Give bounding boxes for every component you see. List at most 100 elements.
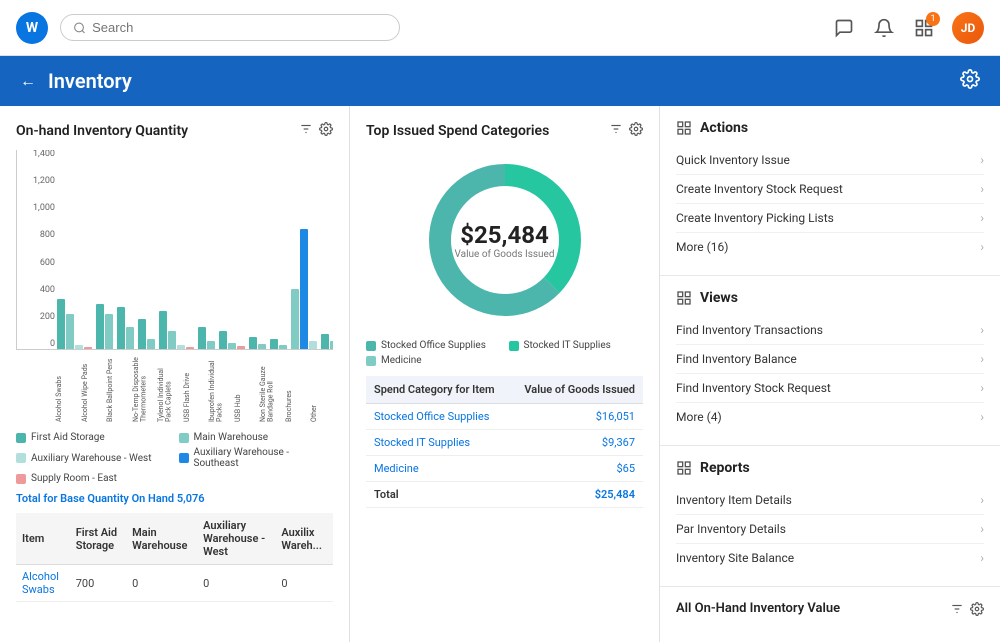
chart-total: Total for Base Quantity On Hand 5,076: [16, 492, 333, 505]
search-bar[interactable]: [60, 14, 400, 41]
donut-chart-container: $25,484 Value of Goods Issued: [366, 150, 643, 330]
donut-chart-header: Top Issued Spend Categories: [366, 122, 643, 140]
table-row: Alcohol Swabs 700 0 0 0: [16, 565, 333, 602]
report-site-balance[interactable]: Inventory Site Balance ›: [676, 544, 984, 572]
chart-legend: First Aid Storage Main Warehouse Auxilia…: [16, 432, 333, 484]
donut-gear-icon[interactable]: [629, 122, 643, 140]
bottom-section-title: All On-Hand Inventory Value: [676, 601, 840, 616]
bar-group-10: [291, 229, 317, 349]
chart-icon-group: [299, 122, 333, 140]
bar-group-2: [96, 304, 113, 349]
chevron-right-icon: ›: [980, 381, 984, 395]
inventory-table: Item First Aid Storage Main Warehouse Au…: [16, 513, 333, 602]
back-button[interactable]: ←: [20, 71, 36, 91]
action-stock-request[interactable]: Create Inventory Stock Request ›: [676, 175, 984, 204]
bar-group-6: [198, 327, 215, 349]
search-input[interactable]: [92, 20, 387, 35]
center-panel: Top Issued Spend Categories $25,484 Val: [350, 106, 660, 642]
report-par-details[interactable]: Par Inventory Details ›: [676, 515, 984, 544]
item-link[interactable]: Alcohol Swabs: [16, 565, 70, 602]
spend-category-2[interactable]: Stocked IT Supplies: [366, 430, 510, 456]
donut-value: $25,484: [455, 221, 555, 249]
bottom-filter-icon[interactable]: [950, 602, 964, 616]
reports-title: Reports: [676, 460, 984, 476]
x-axis-labels: Alcohol Swabs Alcohol Wipe Pads Black Ba…: [16, 352, 333, 422]
bar-chart-area: 1,400 1,200 1,000 800 600 400 200 0: [16, 150, 333, 350]
chart-gear-icon[interactable]: [319, 122, 333, 140]
donut-legend-item-2: Stocked IT Supplies: [509, 340, 644, 351]
left-panel: On-hand Inventory Quantity 1,400 1,200 1…: [0, 106, 350, 642]
spend-table: Spend Category for Item Value of Goods I…: [366, 376, 643, 508]
report-item-details[interactable]: Inventory Item Details ›: [676, 486, 984, 515]
donut-legend-item-3: Medicine: [366, 355, 501, 366]
bar-group-5: [159, 311, 194, 349]
action-quick-inventory[interactable]: Quick Inventory Issue ›: [676, 146, 984, 175]
bar-group-3: [117, 307, 134, 349]
chart-title: On-hand Inventory Quantity: [16, 123, 188, 139]
donut-label: Value of Goods Issued: [455, 249, 555, 260]
message-nav-icon[interactable]: [832, 16, 856, 40]
spend-col-2: Value of Goods Issued: [510, 376, 643, 404]
legend-dot-1: [16, 433, 26, 443]
chevron-right-icon: ›: [980, 240, 984, 254]
chevron-right-icon: ›: [980, 551, 984, 565]
legend-item-4: Auxiliary Warehouse - Southeast: [179, 447, 334, 469]
avatar[interactable]: JD: [952, 12, 984, 44]
main-content: On-hand Inventory Quantity 1,400 1,200 1…: [0, 106, 1000, 642]
legend-item-1: First Aid Storage: [16, 432, 171, 443]
donut-chart-icons: [609, 122, 643, 140]
action-more[interactable]: More (16) ›: [676, 233, 984, 261]
legend-dot-5: [16, 474, 26, 484]
bottom-gear-icon[interactable]: [970, 602, 984, 616]
legend-dot-3: [16, 453, 26, 463]
views-title: Views: [676, 290, 984, 306]
bell-nav-icon[interactable]: [872, 16, 896, 40]
chart-filter-icon[interactable]: [299, 122, 313, 140]
bottom-section: All On-Hand Inventory Value: [660, 587, 1000, 630]
action-picking-lists[interactable]: Create Inventory Picking Lists ›: [676, 204, 984, 233]
bar-chart: 1,400 1,200 1,000 800 600 400 200 0: [16, 150, 333, 422]
col-item: Item: [16, 513, 70, 565]
reports-icon: [676, 460, 692, 476]
donut-center: $25,484 Value of Goods Issued: [455, 221, 555, 260]
chevron-right-icon: ›: [980, 211, 984, 225]
donut-filter-icon[interactable]: [609, 122, 623, 140]
bar-group-8: [249, 337, 266, 349]
chevron-right-icon: ›: [980, 410, 984, 424]
col-aux-south: Auxilix Wareh...: [275, 513, 333, 565]
view-balance[interactable]: Find Inventory Balance ›: [676, 345, 984, 374]
bar-group-1: [57, 299, 92, 349]
bottom-icons: [950, 602, 984, 616]
spend-category-1[interactable]: Stocked Office Supplies: [366, 404, 510, 430]
chevron-right-icon: ›: [980, 182, 984, 196]
view-stock-request[interactable]: Find Inventory Stock Request ›: [676, 374, 984, 403]
views-icon: [676, 290, 692, 306]
spend-value-2: $9,367: [510, 430, 643, 456]
bar-group-7: [219, 331, 245, 349]
col-main: Main Warehouse: [126, 513, 197, 565]
apps-nav-icon[interactable]: 1: [912, 16, 936, 40]
actions-icon: [676, 120, 692, 136]
spend-category-3[interactable]: Medicine: [366, 456, 510, 482]
actions-title: Actions: [676, 120, 984, 136]
sub-header-right: [960, 69, 980, 93]
view-transactions[interactable]: Find Inventory Transactions ›: [676, 316, 984, 345]
views-section: Views Find Inventory Transactions › Find…: [660, 276, 1000, 446]
view-more[interactable]: More (4) ›: [676, 403, 984, 431]
settings-icon[interactable]: [960, 69, 980, 89]
bar-group-4: [138, 319, 155, 349]
spend-total-row: Total $25,484: [366, 482, 643, 508]
actions-section: Actions Quick Inventory Issue › Create I…: [660, 106, 1000, 276]
chevron-right-icon: ›: [980, 352, 984, 366]
legend-item-2: Main Warehouse: [179, 432, 334, 443]
top-nav: W 1 JD: [0, 0, 1000, 56]
spend-row-1: Stocked Office Supplies $16,051: [366, 404, 643, 430]
bar-group-9: [270, 339, 287, 349]
sub-header: ← Inventory: [0, 56, 1000, 106]
legend-dot-4: [179, 453, 189, 463]
page-title: Inventory: [48, 69, 132, 93]
right-panel: Actions Quick Inventory Issue › Create I…: [660, 106, 1000, 642]
spend-total-value: $25,484: [510, 482, 643, 508]
spend-row-3: Medicine $65: [366, 456, 643, 482]
chart-header: On-hand Inventory Quantity: [16, 122, 333, 140]
